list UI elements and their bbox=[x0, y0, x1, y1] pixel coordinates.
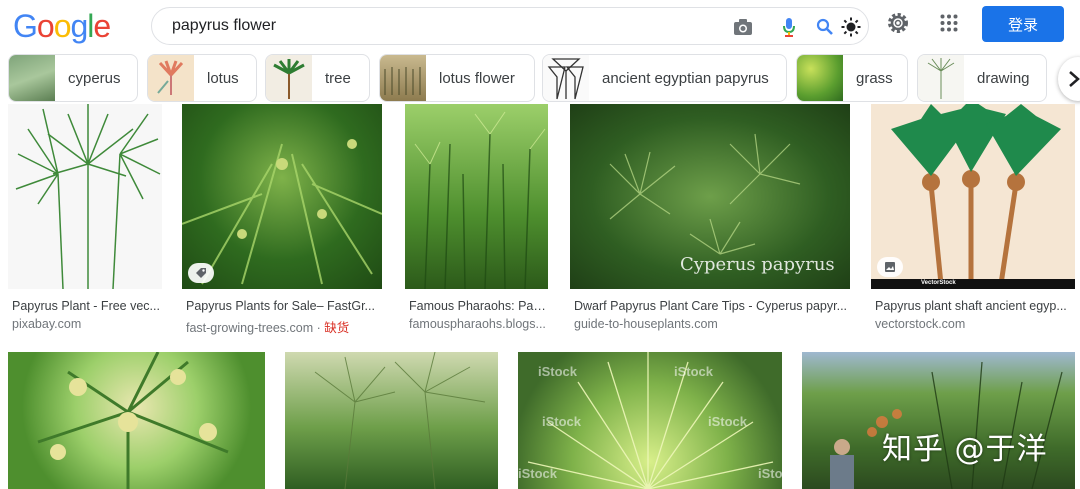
egyptian-papyrus-vector-image[interactable]: VectorStock bbox=[871, 104, 1075, 289]
apps-grid-icon[interactable] bbox=[937, 11, 961, 35]
image-result-2[interactable]: Papyrus Plants for Sale– FastGr... fast-… bbox=[182, 104, 384, 336]
papyrus-reeds-photo[interactable] bbox=[405, 104, 548, 289]
microphone-icon[interactable] bbox=[778, 16, 800, 38]
papyrus-garden-photo[interactable] bbox=[802, 352, 1075, 489]
image-result-1[interactable]: Papyrus Plant - Free vec... pixabay.com bbox=[8, 104, 166, 334]
camera-icon[interactable] bbox=[732, 16, 754, 38]
istock-watermark: iStock bbox=[758, 466, 782, 481]
chip-cyperus[interactable]: cyperus bbox=[8, 54, 138, 102]
chip-tree[interactable]: tree bbox=[265, 54, 370, 102]
istock-watermark: iStock bbox=[538, 364, 578, 379]
chip-lotus[interactable]: lotus bbox=[147, 54, 257, 102]
zhihu-user-watermark: 知乎 @于洋 bbox=[882, 432, 1048, 467]
result-source[interactable]: fast-growing-trees.com · 缺货 bbox=[186, 317, 382, 336]
papyrus-vector-image[interactable] bbox=[8, 104, 162, 289]
image-icon bbox=[877, 257, 903, 277]
istock-watermark: iStock bbox=[674, 364, 714, 379]
logo-letter: o bbox=[53, 8, 72, 44]
google-logo[interactable]: Google bbox=[13, 8, 111, 44]
logo-letter: o bbox=[36, 8, 55, 44]
image-result-3[interactable]: Famous Pharaohs: Pap... famouspharaohs.b… bbox=[405, 104, 550, 334]
product-tag-icon bbox=[188, 263, 214, 283]
lotus-thumbnail-icon bbox=[148, 55, 194, 101]
papyrus-closeup-photo[interactable] bbox=[8, 352, 265, 489]
chip-lotus-flower[interactable]: lotus flower bbox=[379, 54, 535, 102]
search-icon[interactable] bbox=[814, 16, 836, 38]
istock-watermark: iStock bbox=[708, 414, 748, 429]
result-source[interactable]: pixabay.com bbox=[12, 317, 162, 331]
search-box[interactable]: papyrus flower bbox=[151, 7, 869, 45]
result-title[interactable]: Papyrus Plant - Free vec... bbox=[12, 299, 162, 313]
cyperus-thumbnail-icon bbox=[9, 55, 55, 101]
tree-thumbnail-icon bbox=[266, 55, 312, 101]
result-source[interactable]: vectorstock.com bbox=[875, 317, 1075, 331]
image-caption-watermark: Cyperus papyrus bbox=[680, 254, 835, 275]
image-result-5[interactable]: VectorStock Papyrus plant shaft ancient … bbox=[871, 104, 1076, 334]
lotus-flower-thumbnail-icon bbox=[380, 55, 426, 101]
search-input[interactable]: papyrus flower bbox=[172, 17, 276, 35]
result-title[interactable]: Papyrus Plants for Sale– FastGr... bbox=[186, 299, 382, 313]
result-source[interactable]: guide-to-houseplants.com bbox=[574, 317, 850, 331]
papyrus-umbels-photo[interactable] bbox=[285, 352, 498, 489]
istock-watermark: iStock bbox=[518, 466, 558, 481]
image-result-6[interactable] bbox=[8, 352, 266, 489]
image-result-8[interactable]: iStock iStock iStock iStock iStock iStoc… bbox=[518, 352, 783, 489]
chip-drawing[interactable]: drawing bbox=[917, 54, 1047, 102]
image-result-7[interactable] bbox=[285, 352, 499, 489]
istock-watermark: iStock bbox=[542, 414, 582, 429]
brightness-icon[interactable] bbox=[840, 16, 862, 38]
image-result-4[interactable]: Cyperus papyrus Dwarf Papyrus Plant Care… bbox=[570, 104, 852, 334]
dwarf-papyrus-photo[interactable]: Cyperus papyrus bbox=[570, 104, 850, 289]
chip-ancient-egyptian-papyrus[interactable]: ancient egyptian papyrus bbox=[542, 54, 787, 102]
grass-thumbnail-icon bbox=[797, 55, 843, 101]
logo-letter: G bbox=[13, 8, 38, 44]
papyrus-bush-photo[interactable] bbox=[182, 104, 382, 289]
papyrus-starburst-photo[interactable]: iStock iStock iStock iStock iStock iStoc… bbox=[518, 352, 782, 489]
result-title[interactable]: Famous Pharaohs: Pap... bbox=[409, 299, 550, 313]
chip-grass[interactable]: grass bbox=[796, 54, 908, 102]
login-button[interactable]: 登录 bbox=[982, 6, 1064, 42]
drawing-thumbnail-icon bbox=[918, 55, 964, 101]
vectorstock-watermark: VectorStock bbox=[921, 280, 956, 286]
logo-letter: g bbox=[70, 8, 88, 44]
result-title[interactable]: Dwarf Papyrus Plant Care Tips - Cyperus … bbox=[574, 299, 850, 313]
egyptian-papyrus-thumbnail-icon bbox=[543, 55, 589, 101]
related-searches-chips: cyperus lotus tree lotus flower ancient … bbox=[0, 54, 1080, 102]
result-title[interactable]: Papyrus plant shaft ancient egyp... bbox=[875, 299, 1075, 313]
result-source[interactable]: famouspharaohs.blogs... bbox=[409, 317, 550, 331]
settings-gear-icon[interactable] bbox=[886, 11, 910, 35]
image-result-9[interactable] bbox=[802, 352, 1076, 489]
logo-letter: e bbox=[93, 8, 111, 44]
